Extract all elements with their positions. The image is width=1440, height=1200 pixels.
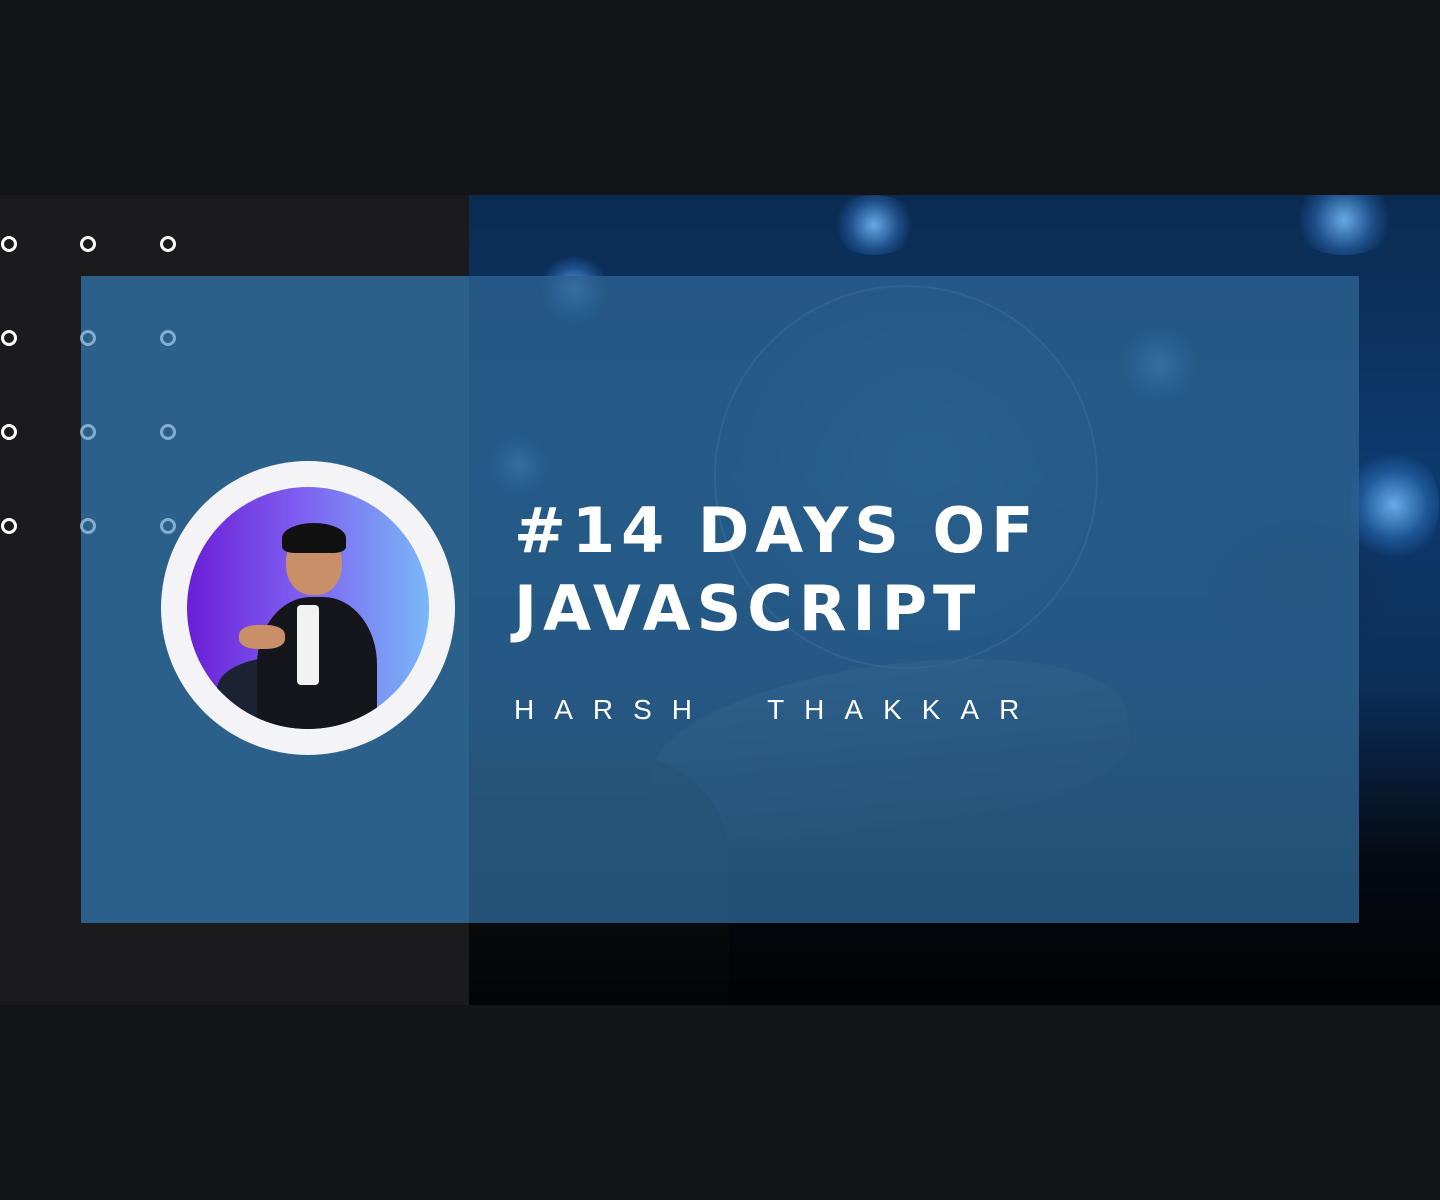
dot-icon	[1, 330, 17, 346]
avatar	[187, 487, 429, 729]
dot-icon	[1, 518, 17, 534]
bokeh-light	[1289, 195, 1399, 255]
dot-icon	[80, 236, 96, 252]
dot-icon	[160, 236, 176, 252]
dot-icon	[160, 518, 176, 534]
dot-icon	[80, 518, 96, 534]
dot-icon	[160, 424, 176, 440]
dot-icon	[80, 424, 96, 440]
person-shirt	[297, 605, 319, 685]
dot-icon	[80, 330, 96, 346]
banner-title: #14 DAYS OF JAVASCRIPT	[514, 494, 1040, 645]
bokeh-light	[1349, 445, 1439, 565]
dot-icon	[1, 236, 17, 252]
person-hair	[282, 523, 346, 553]
person-hands	[239, 625, 285, 649]
banner-page: #14 DAYS OF JAVASCRIPT HARSH THAKKAR	[0, 0, 1440, 1200]
author-name: HARSH THAKKAR	[514, 694, 1040, 725]
bokeh-light	[829, 195, 919, 255]
dot-icon	[1, 424, 17, 440]
dot-icon	[160, 330, 176, 346]
